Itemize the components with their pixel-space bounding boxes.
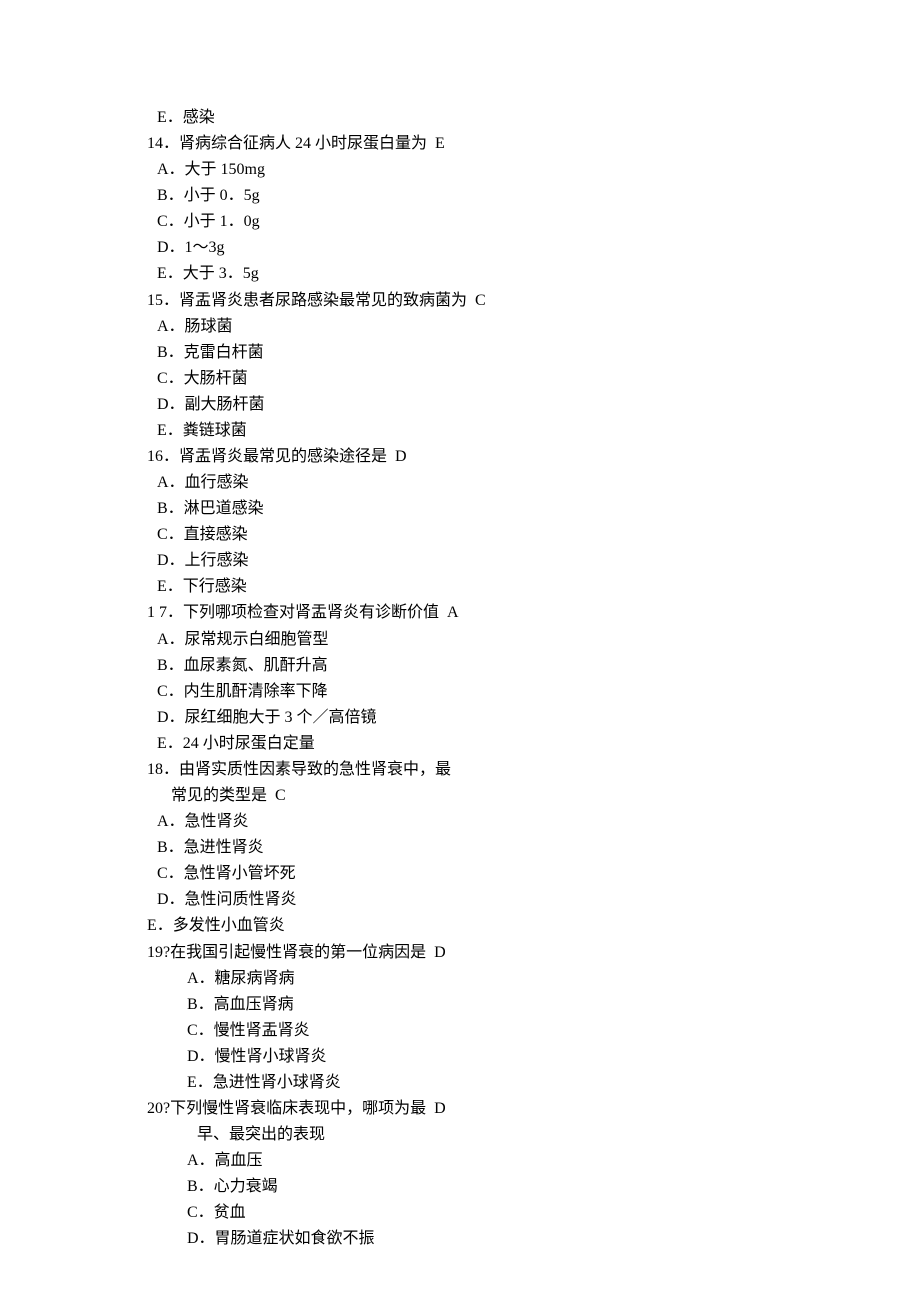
text-line: D．慢性肾小球肾炎 xyxy=(147,1044,920,1070)
text-line: E．急进性肾小球肾炎 xyxy=(147,1070,920,1096)
text-line: C．大肠杆菌 xyxy=(147,366,920,392)
text-line: D．尿红细胞大于 3 个／高倍镜 xyxy=(147,705,920,731)
text-line: B．血尿素氮、肌酐升高 xyxy=(147,653,920,679)
text-line: 19?在我国引起慢性肾衰的第一位病因是 D xyxy=(147,940,920,966)
text-line: E．感染 xyxy=(147,105,920,131)
text-line: 常见的类型是 C xyxy=(147,783,920,809)
text-line: A．高血压 xyxy=(147,1148,920,1174)
text-line: 早、最突出的表现 xyxy=(147,1122,920,1148)
text-line: 1 7．下列哪项检查对肾盂肾炎有诊断价值 A xyxy=(147,600,920,626)
text-line: 16．肾盂肾炎最常见的感染途径是 D xyxy=(147,444,920,470)
text-line: D．上行感染 xyxy=(147,548,920,574)
text-line: C．贫血 xyxy=(147,1200,920,1226)
text-line: A．尿常规示白细胞管型 xyxy=(147,627,920,653)
text-line: B．小于 0．5g xyxy=(147,183,920,209)
text-line: B．心力衰竭 xyxy=(147,1174,920,1200)
text-line: E．24 小时尿蛋白定量 xyxy=(147,731,920,757)
text-line: E．粪链球菌 xyxy=(147,418,920,444)
text-line: B．急进性肾炎 xyxy=(147,835,920,861)
text-line: C．直接感染 xyxy=(147,522,920,548)
text-line: A．糖尿病肾病 xyxy=(147,966,920,992)
text-line: 18．由肾实质性因素导致的急性肾衰中，最 xyxy=(147,757,920,783)
text-line: D．急性问质性肾炎 xyxy=(147,887,920,913)
text-line: A．急性肾炎 xyxy=(147,809,920,835)
text-line: E．大于 3．5g xyxy=(147,261,920,287)
text-line: A．肠球菌 xyxy=(147,314,920,340)
text-line: C．急性肾小管坏死 xyxy=(147,861,920,887)
text-line: C．慢性肾盂肾炎 xyxy=(147,1018,920,1044)
text-line: C．内生肌酐清除率下降 xyxy=(147,679,920,705)
text-line: B．淋巴道感染 xyxy=(147,496,920,522)
text-line: 20?下列慢性肾衰临床表现中，哪项为最 D xyxy=(147,1096,920,1122)
text-line: C．小于 1．0g xyxy=(147,209,920,235)
text-line: D．副大肠杆菌 xyxy=(147,392,920,418)
text-line: A．大于 150mg xyxy=(147,157,920,183)
text-line: 14．肾病综合征病人 24 小时尿蛋白量为 E xyxy=(147,131,920,157)
text-line: E．下行感染 xyxy=(147,574,920,600)
text-line: B．高血压肾病 xyxy=(147,992,920,1018)
text-line: A．血行感染 xyxy=(147,470,920,496)
text-line: B．克雷白杆菌 xyxy=(147,340,920,366)
text-line: D．1～3g xyxy=(147,235,920,261)
document-body: E．感染14．肾病综合征病人 24 小时尿蛋白量为 EA．大于 150mgB．小… xyxy=(147,105,920,1252)
text-line: 15．肾盂肾炎患者尿路感染最常见的致病菌为 C xyxy=(147,288,920,314)
text-line: E．多发性小血管炎 xyxy=(147,913,920,939)
text-line: D．胃肠道症状如食欲不振 xyxy=(147,1226,920,1252)
